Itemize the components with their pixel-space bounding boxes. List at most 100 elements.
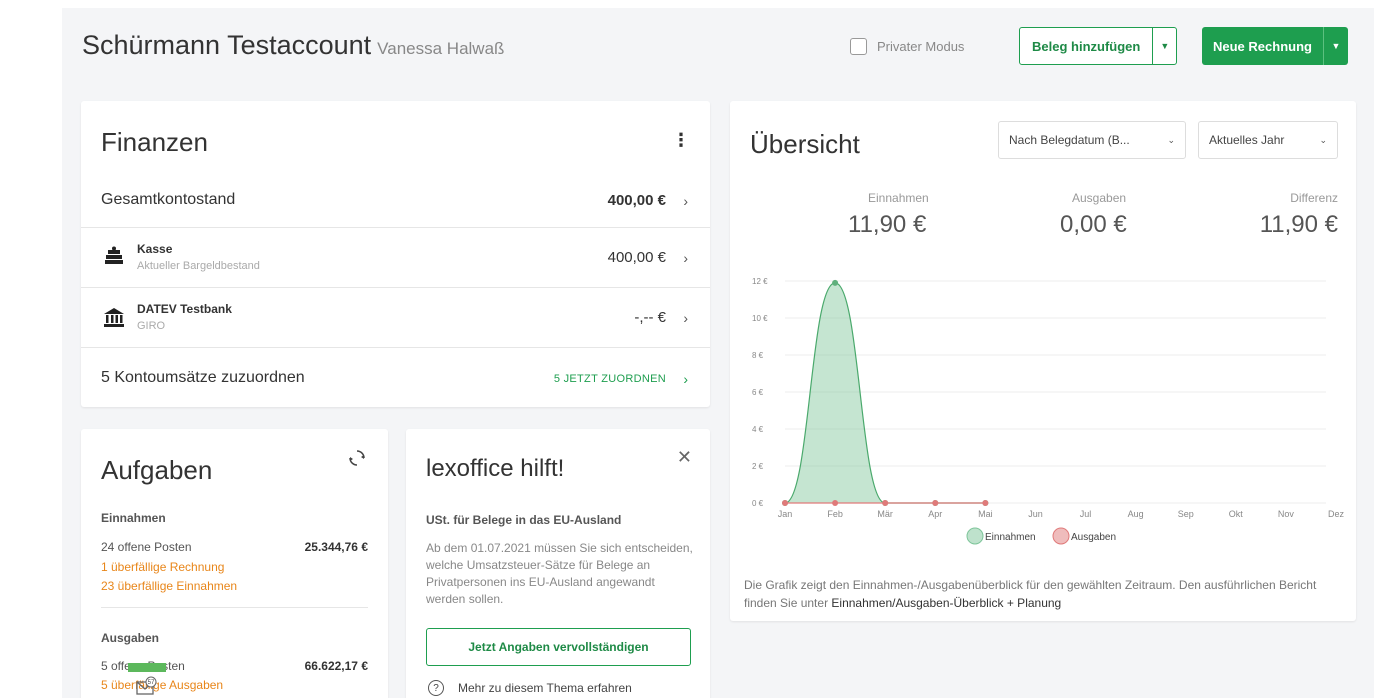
account-name: DATEV Testbank	[137, 302, 232, 316]
account-subtitle: Aktueller Bargeldbestand	[137, 260, 260, 272]
kpi-difference-value: 11,90 €	[1259, 211, 1338, 238]
private-mode-label: Privater Modus	[877, 39, 965, 54]
y-tick-label: 2 €	[752, 462, 764, 471]
kpi-income-label: Einnahmen	[868, 191, 929, 205]
expenses-open-amount: 66.622,17 €	[304, 659, 368, 673]
account-name: Kasse	[137, 242, 173, 256]
x-tick-label: Feb	[827, 509, 843, 519]
question-icon: ?	[428, 680, 444, 696]
refresh-icon[interactable]	[348, 449, 366, 467]
total-balance-label: Gesamtkontostand	[101, 191, 236, 208]
chevron-down-icon: ⌄	[1167, 134, 1175, 145]
kpi-difference-label: Differenz	[1290, 191, 1338, 205]
data-point	[982, 500, 989, 506]
data-point	[882, 500, 889, 506]
legend-marker	[1052, 527, 1070, 545]
notification-count: 57	[148, 680, 155, 686]
x-tick-label: Jan	[778, 509, 793, 519]
legend-label: Ausgaben	[1071, 532, 1116, 543]
x-tick-label: Aug	[1128, 509, 1144, 519]
legend-marker	[966, 527, 984, 545]
data-point	[932, 500, 939, 506]
close-icon[interactable]: ✕	[677, 447, 692, 468]
period-filter-select[interactable]: Aktuelles Jahr ⌄	[1198, 121, 1338, 159]
new-invoice-button[interactable]: Neue Rechnung	[1202, 27, 1324, 65]
legend-label: Einnahmen	[985, 532, 1036, 543]
overview-note: Die Grafik zeigt den Einnahmen-/Ausgaben…	[744, 576, 1344, 612]
kpi-income-value: 11,90 €	[848, 211, 927, 238]
data-point	[832, 279, 839, 286]
finances-title: Finanzen	[101, 127, 208, 157]
overdue-invoice-link[interactable]: 1 überfällige Rechnung	[101, 560, 224, 574]
x-tick-label: Jul	[1080, 509, 1092, 519]
private-mode-toggle[interactable]: Privater Modus	[850, 38, 964, 55]
account-row-datev[interactable]: DATEV Testbank GIRO -,-- € ›	[81, 287, 710, 347]
tasks-card: Aufgaben Einnahmen 24 offene Posten 25.3…	[81, 429, 388, 698]
learn-more-link[interactable]: ? Mehr zu diesem Thema erfahren	[428, 680, 632, 696]
new-invoice-split-button: Neue Rechnung ▼	[1202, 27, 1348, 65]
income-expense-chart: 0 € 2 € 4 € 6 € 8 € 10 € 12 € Jan Feb Mär Apr Mai Ju…	[752, 277, 1345, 545]
y-tick-label: 4 €	[752, 425, 764, 434]
account-balance: 400,00 €	[607, 249, 666, 266]
complete-details-button[interactable]: Jetzt Angaben vervollständigen	[426, 628, 691, 666]
overview-title: Übersicht	[750, 129, 860, 159]
income-open-items[interactable]: 24 offene Posten	[101, 540, 192, 554]
more-options-icon[interactable]: ⋮	[672, 131, 690, 149]
x-tick-label: Sep	[1178, 509, 1194, 519]
help-card: lexoffice hilft! ✕ USt. für Belege in da…	[406, 429, 710, 698]
notification-bar[interactable]	[128, 663, 166, 672]
overdue-expenses-link[interactable]: 5 überfällige Ausgaben	[101, 678, 223, 692]
chevron-right-icon: ›	[683, 310, 688, 326]
help-subtitle: USt. für Belege in das EU-Ausland	[426, 513, 622, 527]
new-invoice-dropdown[interactable]: ▼	[1324, 27, 1348, 65]
caret-down-icon: ▼	[1160, 41, 1170, 51]
learn-more-label: Mehr zu diesem Thema erfahren	[458, 681, 632, 695]
caret-down-icon: ▼	[1331, 41, 1341, 51]
kpi-expenses-label: Ausgaben	[1072, 191, 1127, 205]
data-point	[832, 500, 839, 506]
chevron-right-icon: ›	[683, 193, 688, 209]
bank-icon	[104, 308, 124, 327]
company-name: Schürmann Testaccount	[82, 30, 372, 60]
finances-card: Finanzen ⋮ Gesamtkontostand 400,00 € › K…	[81, 101, 710, 407]
x-tick-label: Dez	[1328, 509, 1345, 519]
date-filter-select[interactable]: Nach Belegdatum (B... ⌄	[998, 121, 1186, 159]
x-tick-label: Okt	[1229, 509, 1244, 519]
x-tick-label: Jun	[1028, 509, 1043, 519]
chevron-right-icon: ›	[683, 250, 688, 266]
overview-card: Übersicht Nach Belegdatum (B... ⌄ Aktuel…	[730, 101, 1356, 621]
cash-stack-icon	[105, 246, 123, 264]
kpi-expenses-value: 0,00 €	[1060, 211, 1127, 238]
unassigned-label: 5 Kontoumsätze zuzuordnen	[101, 369, 305, 386]
chevron-down-icon: ⌄	[1319, 134, 1327, 145]
x-tick-label: Mär	[877, 509, 893, 519]
private-mode-checkbox[interactable]	[850, 38, 867, 55]
total-balance-row[interactable]: Gesamtkontostand 400,00 € ›	[81, 175, 710, 227]
y-tick-label: 10 €	[752, 314, 768, 323]
tasks-title: Aufgaben	[101, 455, 213, 485]
report-link[interactable]: Einnahmen/Ausgaben-Überblick + Planung	[831, 596, 1061, 610]
period-filter-value: Aktuelles Jahr	[1209, 133, 1285, 147]
data-point	[782, 500, 788, 506]
account-row-kasse[interactable]: Kasse Aktueller Bargeldbestand 400,00 € …	[81, 227, 710, 287]
income-heading: Einnahmen	[101, 511, 166, 525]
series-area-einnahmen	[785, 282, 986, 503]
page-title: Schürmann Testaccount Vanessa Halwaß	[82, 30, 504, 61]
assign-now-link[interactable]: 5 JETZT ZUORDNEN	[554, 373, 666, 385]
total-balance-value: 400,00 €	[607, 192, 666, 209]
y-tick-label: 6 €	[752, 388, 764, 397]
account-subtitle: GIRO	[137, 320, 166, 332]
mail-notification-icon[interactable]: 57	[136, 676, 158, 698]
add-receipt-button[interactable]: Beleg hinzufügen	[1020, 28, 1154, 64]
app-container: Schürmann Testaccount Vanessa Halwaß Priv…	[62, 8, 1374, 698]
expenses-heading: Ausgaben	[101, 631, 160, 645]
overdue-income-link[interactable]: 23 überfällige Einnahmen	[101, 579, 237, 593]
x-tick-label: Nov	[1278, 509, 1295, 519]
add-receipt-split-button: Beleg hinzufügen ▼	[1019, 27, 1178, 65]
help-text: Ab dem 01.07.2021 müssen Sie sich entsch…	[426, 541, 693, 606]
divider	[101, 607, 368, 608]
add-receipt-dropdown[interactable]: ▼	[1153, 28, 1176, 64]
help-title: lexoffice hilft!	[426, 455, 565, 482]
date-filter-value: Nach Belegdatum (B...	[1009, 133, 1130, 147]
chevron-right-icon[interactable]: ›	[683, 371, 688, 387]
